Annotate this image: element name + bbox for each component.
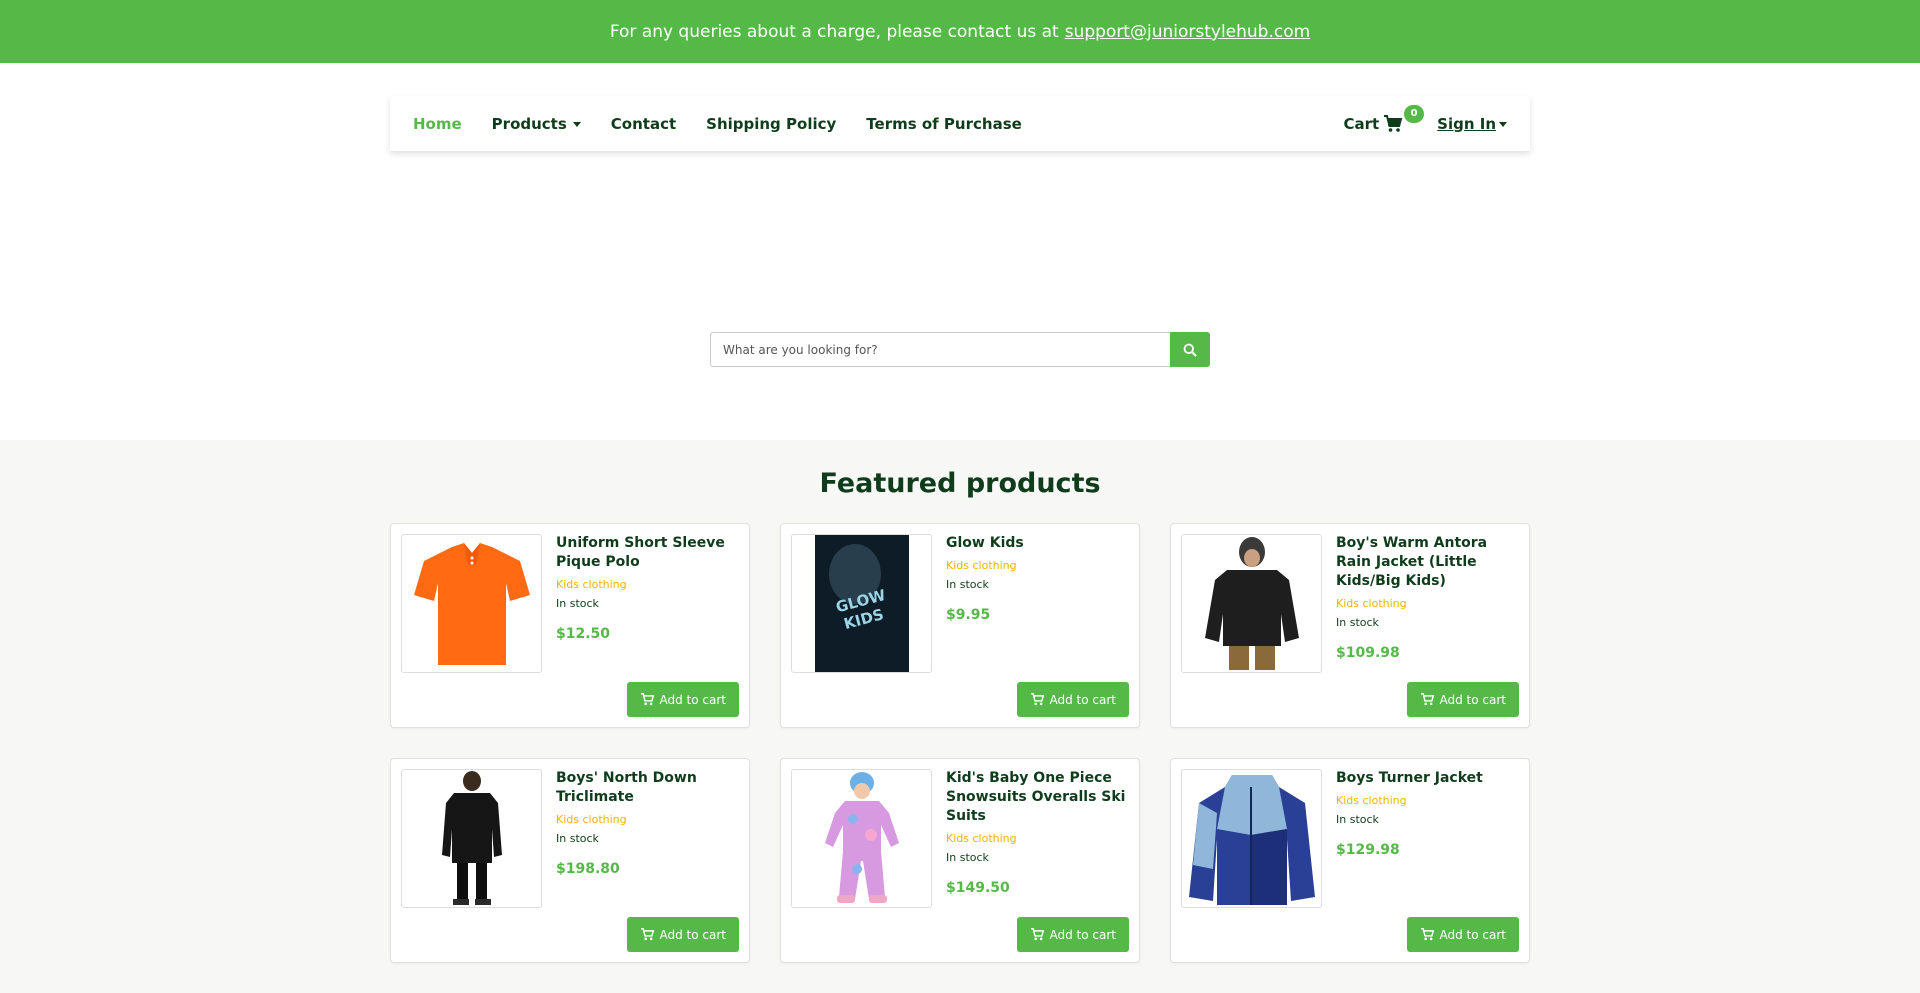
product-name[interactable]: Kid's Baby One Piece Snowsuits Overalls …: [946, 769, 1129, 826]
signin-dropdown[interactable]: Sign In: [1437, 115, 1507, 133]
add-to-cart-label: Add to cart: [659, 692, 727, 707]
product-card: GLOW KIDS Glow Kids Kids clothing In sto…: [780, 523, 1140, 728]
add-to-cart-label: Add to cart: [1049, 927, 1117, 942]
blue-ski-jacket-image: [1188, 775, 1315, 905]
caret-down-icon: [1499, 121, 1507, 127]
cart-icon: [640, 928, 654, 941]
product-category: Kids clothing: [1336, 597, 1407, 610]
product-stock: In stock: [946, 851, 989, 864]
add-to-cart-button[interactable]: Add to cart: [1016, 917, 1129, 952]
cart-icon: [1384, 114, 1403, 132]
announcement-text: For any queries about a charge, please c…: [609, 21, 1059, 42]
product-card: Boys Turner Jacket Kids clothing In stoc…: [1170, 758, 1530, 963]
product-card: Boys' North Down Triclimate Kids clothin…: [390, 758, 750, 963]
add-to-cart-button[interactable]: Add to cart: [626, 917, 739, 952]
cart-icon: [1030, 928, 1044, 941]
orange-polo-shirt-image: [413, 542, 530, 665]
product-image-turner-jacket[interactable]: [1181, 769, 1322, 908]
nav-terms-of-purchase[interactable]: Terms of Purchase: [866, 115, 1022, 133]
pink-snowsuit-image: [824, 772, 899, 903]
search-button[interactable]: [1170, 332, 1210, 367]
product-grid: Uniform Short Sleeve Pique Polo Kids clo…: [390, 523, 1530, 963]
search-input[interactable]: [710, 332, 1170, 367]
search-section: [0, 151, 1920, 440]
add-to-cart-label: Add to cart: [1439, 692, 1507, 707]
cart-icon: [1420, 928, 1434, 941]
product-category: Kids clothing: [946, 559, 1017, 572]
cart-icon: [640, 693, 654, 706]
product-price: $149.50: [946, 880, 1010, 896]
product-card: Kid's Baby One Piece Snowsuits Overalls …: [780, 758, 1140, 963]
caret-down-icon: [572, 121, 581, 127]
signin-label: Sign In: [1437, 114, 1496, 133]
product-price: $9.95: [946, 607, 991, 623]
product-stock: In stock: [556, 597, 599, 610]
product-image-triclimate[interactable]: [401, 769, 542, 908]
product-category: Kids clothing: [556, 578, 627, 591]
product-stock: In stock: [946, 578, 989, 591]
cart-link[interactable]: Cart 0: [1343, 104, 1425, 133]
product-image-glow-kids[interactable]: GLOW KIDS: [791, 534, 932, 673]
product-name[interactable]: Glow Kids: [946, 534, 1129, 553]
cart-icon: [1030, 693, 1044, 706]
nav-contact[interactable]: Contact: [611, 115, 676, 133]
product-stock: In stock: [556, 832, 599, 845]
cart-count-badge: 0: [1404, 104, 1425, 123]
product-price: $198.80: [556, 861, 620, 877]
product-name[interactable]: Boys Turner Jacket: [1336, 769, 1519, 788]
black-long-coat-image: [441, 771, 502, 905]
add-to-cart-label: Add to cart: [1439, 927, 1507, 942]
product-card: Uniform Short Sleeve Pique Polo Kids clo…: [390, 523, 750, 728]
glow-kids-book-cover-image: GLOW KIDS: [814, 535, 909, 672]
cart-icon: [1420, 693, 1434, 706]
product-category: Kids clothing: [946, 832, 1017, 845]
announcement-bar: For any queries about a charge, please c…: [0, 0, 1920, 63]
featured-products-section: Featured products Uniform Short Sleeve P…: [0, 440, 1920, 993]
product-card: Boy's Warm Antora Rain Jacket (Little Ki…: [1170, 523, 1530, 728]
product-category: Kids clothing: [1336, 794, 1407, 807]
product-name[interactable]: Uniform Short Sleeve Pique Polo: [556, 534, 739, 572]
search-icon: [1183, 343, 1197, 357]
add-to-cart-button[interactable]: Add to cart: [1406, 682, 1519, 717]
add-to-cart-label: Add to cart: [659, 927, 727, 942]
cart-label: Cart: [1343, 114, 1380, 133]
product-price: $109.98: [1336, 645, 1400, 661]
main-navbar: Home Products Contact Shipping Policy Te…: [390, 96, 1530, 151]
product-category: Kids clothing: [556, 813, 627, 826]
product-image-snowsuit[interactable]: [791, 769, 932, 908]
black-rain-jacket-image: [1204, 537, 1299, 670]
product-stock: In stock: [1336, 616, 1379, 629]
product-image-rain-jacket[interactable]: [1181, 534, 1322, 673]
add-to-cart-button[interactable]: Add to cart: [1016, 682, 1129, 717]
featured-title: Featured products: [819, 468, 1101, 499]
product-name[interactable]: Boy's Warm Antora Rain Jacket (Little Ki…: [1336, 534, 1519, 591]
add-to-cart-button[interactable]: Add to cart: [1406, 917, 1519, 952]
add-to-cart-label: Add to cart: [1049, 692, 1117, 707]
nav-products-dropdown[interactable]: Products: [492, 115, 581, 133]
add-to-cart-button[interactable]: Add to cart: [626, 682, 739, 717]
nav-products-label: Products: [491, 114, 567, 133]
product-stock: In stock: [1336, 813, 1379, 826]
nav-home[interactable]: Home: [413, 115, 462, 133]
product-name[interactable]: Boys' North Down Triclimate: [556, 769, 739, 807]
search-box: [710, 332, 1210, 367]
product-price: $129.98: [1336, 842, 1400, 858]
product-price: $12.50: [556, 626, 611, 642]
nav-shipping-policy[interactable]: Shipping Policy: [706, 115, 836, 133]
support-email-link[interactable]: support@juniorstylehub.com: [1065, 22, 1310, 42]
product-image-polo[interactable]: [401, 534, 542, 673]
